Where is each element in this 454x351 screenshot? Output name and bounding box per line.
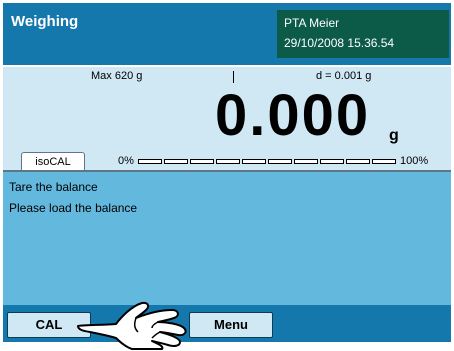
menu-button[interactable]: Menu	[189, 312, 273, 338]
weighing-display: Max 620 g d = 0.001 g 0.000 g isoCAL 0% …	[3, 65, 451, 172]
user-name: PTA Meier	[284, 16, 340, 30]
bar-segment	[138, 159, 162, 164]
separator	[3, 65, 451, 67]
pointing-hand-icon	[77, 301, 187, 350]
bar-segment	[346, 159, 370, 164]
bar-segment	[372, 159, 396, 164]
bar-segment	[216, 159, 240, 164]
isocal-tab[interactable]: isoCAL	[21, 152, 85, 171]
date-time: 29/10/2008 15.36.54	[284, 36, 395, 50]
weight-value: 0.000	[215, 83, 371, 148]
bar-segment	[294, 159, 318, 164]
bar-segment	[190, 159, 214, 164]
capacity-bargraph	[138, 159, 398, 164]
weight-unit: g	[389, 127, 399, 144]
bar-min-label: 0%	[118, 155, 134, 167]
bar-segment	[268, 159, 292, 164]
user-info-box: PTA Meier 29/10/2008 15.36.54	[277, 10, 449, 58]
bar-segment	[242, 159, 266, 164]
header-bar: Weighing PTA Meier 29/10/2008 15.36.54	[3, 3, 451, 65]
app-title: Weighing	[11, 13, 79, 30]
bar-segment	[164, 159, 188, 164]
bar-segment	[320, 159, 344, 164]
divider	[233, 71, 234, 83]
readability: d = 0.001 g	[316, 70, 372, 82]
softkey-bar: CAL Menu	[3, 305, 451, 342]
message-line: Please load the balance	[9, 201, 138, 215]
bar-max-label: 100%	[400, 155, 429, 167]
message-area: Tare the balance Please load the balance	[3, 172, 451, 305]
balance-screen: Weighing PTA Meier 29/10/2008 15.36.54 M…	[3, 3, 451, 342]
message-line: Tare the balance	[9, 180, 98, 194]
max-capacity: Max 620 g	[91, 70, 143, 82]
